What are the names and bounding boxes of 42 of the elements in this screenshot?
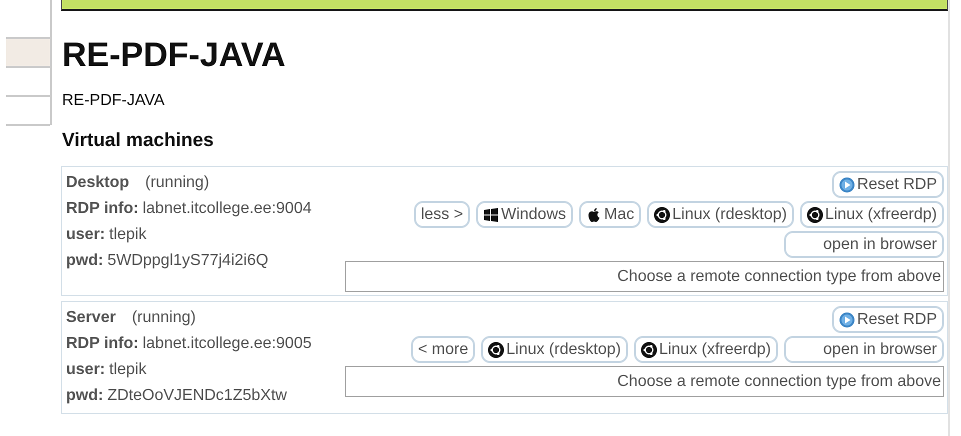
play-icon (838, 312, 855, 328)
connect-button[interactable]: less > (414, 201, 470, 228)
connect-button[interactable]: Windows (476, 201, 573, 228)
field-value: ZDteOoVJENDc1Z5bXtw (107, 387, 287, 404)
section-title: Virtual machines (62, 130, 215, 152)
machine-name: Server (66, 309, 116, 326)
field-label: user: (66, 226, 106, 243)
field-value: tlepik (109, 361, 146, 378)
field-label: RDP info: (66, 200, 139, 217)
connect-button[interactable]: Linux (rdesktop) (647, 201, 794, 228)
field-label: RDP info: (66, 335, 139, 352)
field-value: 5WDppgl1yS77j4i2i6Q (107, 252, 268, 269)
field-label: pwd: (66, 387, 104, 404)
sidebar-item[interactable] (6, 37, 50, 68)
connect-button[interactable]: open in browser (784, 336, 944, 363)
ubuntu-icon (640, 342, 657, 358)
message-box: Choose a remote connection type from above (345, 366, 944, 397)
description: RE-PDF-JAVA (62, 92, 166, 110)
ubuntu-icon (806, 206, 823, 222)
connect-button[interactable]: open in browser (784, 231, 944, 258)
connect-button[interactable]: < more (410, 336, 476, 363)
connect-button[interactable]: Mac (579, 201, 642, 228)
machine-name: Desktop (66, 174, 130, 191)
apple-icon (586, 206, 602, 222)
field-value: labnet.itcollege.ee:9004 (142, 200, 312, 217)
connect-button[interactable]: Linux (rdesktop) (481, 336, 628, 363)
play-icon (838, 176, 855, 192)
reset-button[interactable]: Reset RDP (832, 171, 944, 198)
field-value: tlepik (109, 226, 146, 243)
message-box: Choose a remote connection type from above (345, 261, 944, 292)
machine-status: (running) (145, 174, 210, 191)
ubuntu-icon (488, 342, 504, 358)
field-value: labnet.itcollege.ee:9005 (142, 335, 312, 352)
reset-button[interactable]: Reset RDP (832, 306, 944, 333)
ubuntu-icon (654, 206, 670, 222)
connect-button[interactable]: Linux (xfreerdp) (634, 336, 778, 363)
connect-button[interactable]: Linux (xfreerdp) (800, 201, 944, 228)
machine-status: (running) (132, 309, 196, 326)
field-label: pwd: (66, 252, 104, 269)
field-label: user: (66, 361, 106, 378)
windows-icon (483, 206, 500, 222)
page-title: RE-PDF-JAVA (62, 35, 287, 76)
